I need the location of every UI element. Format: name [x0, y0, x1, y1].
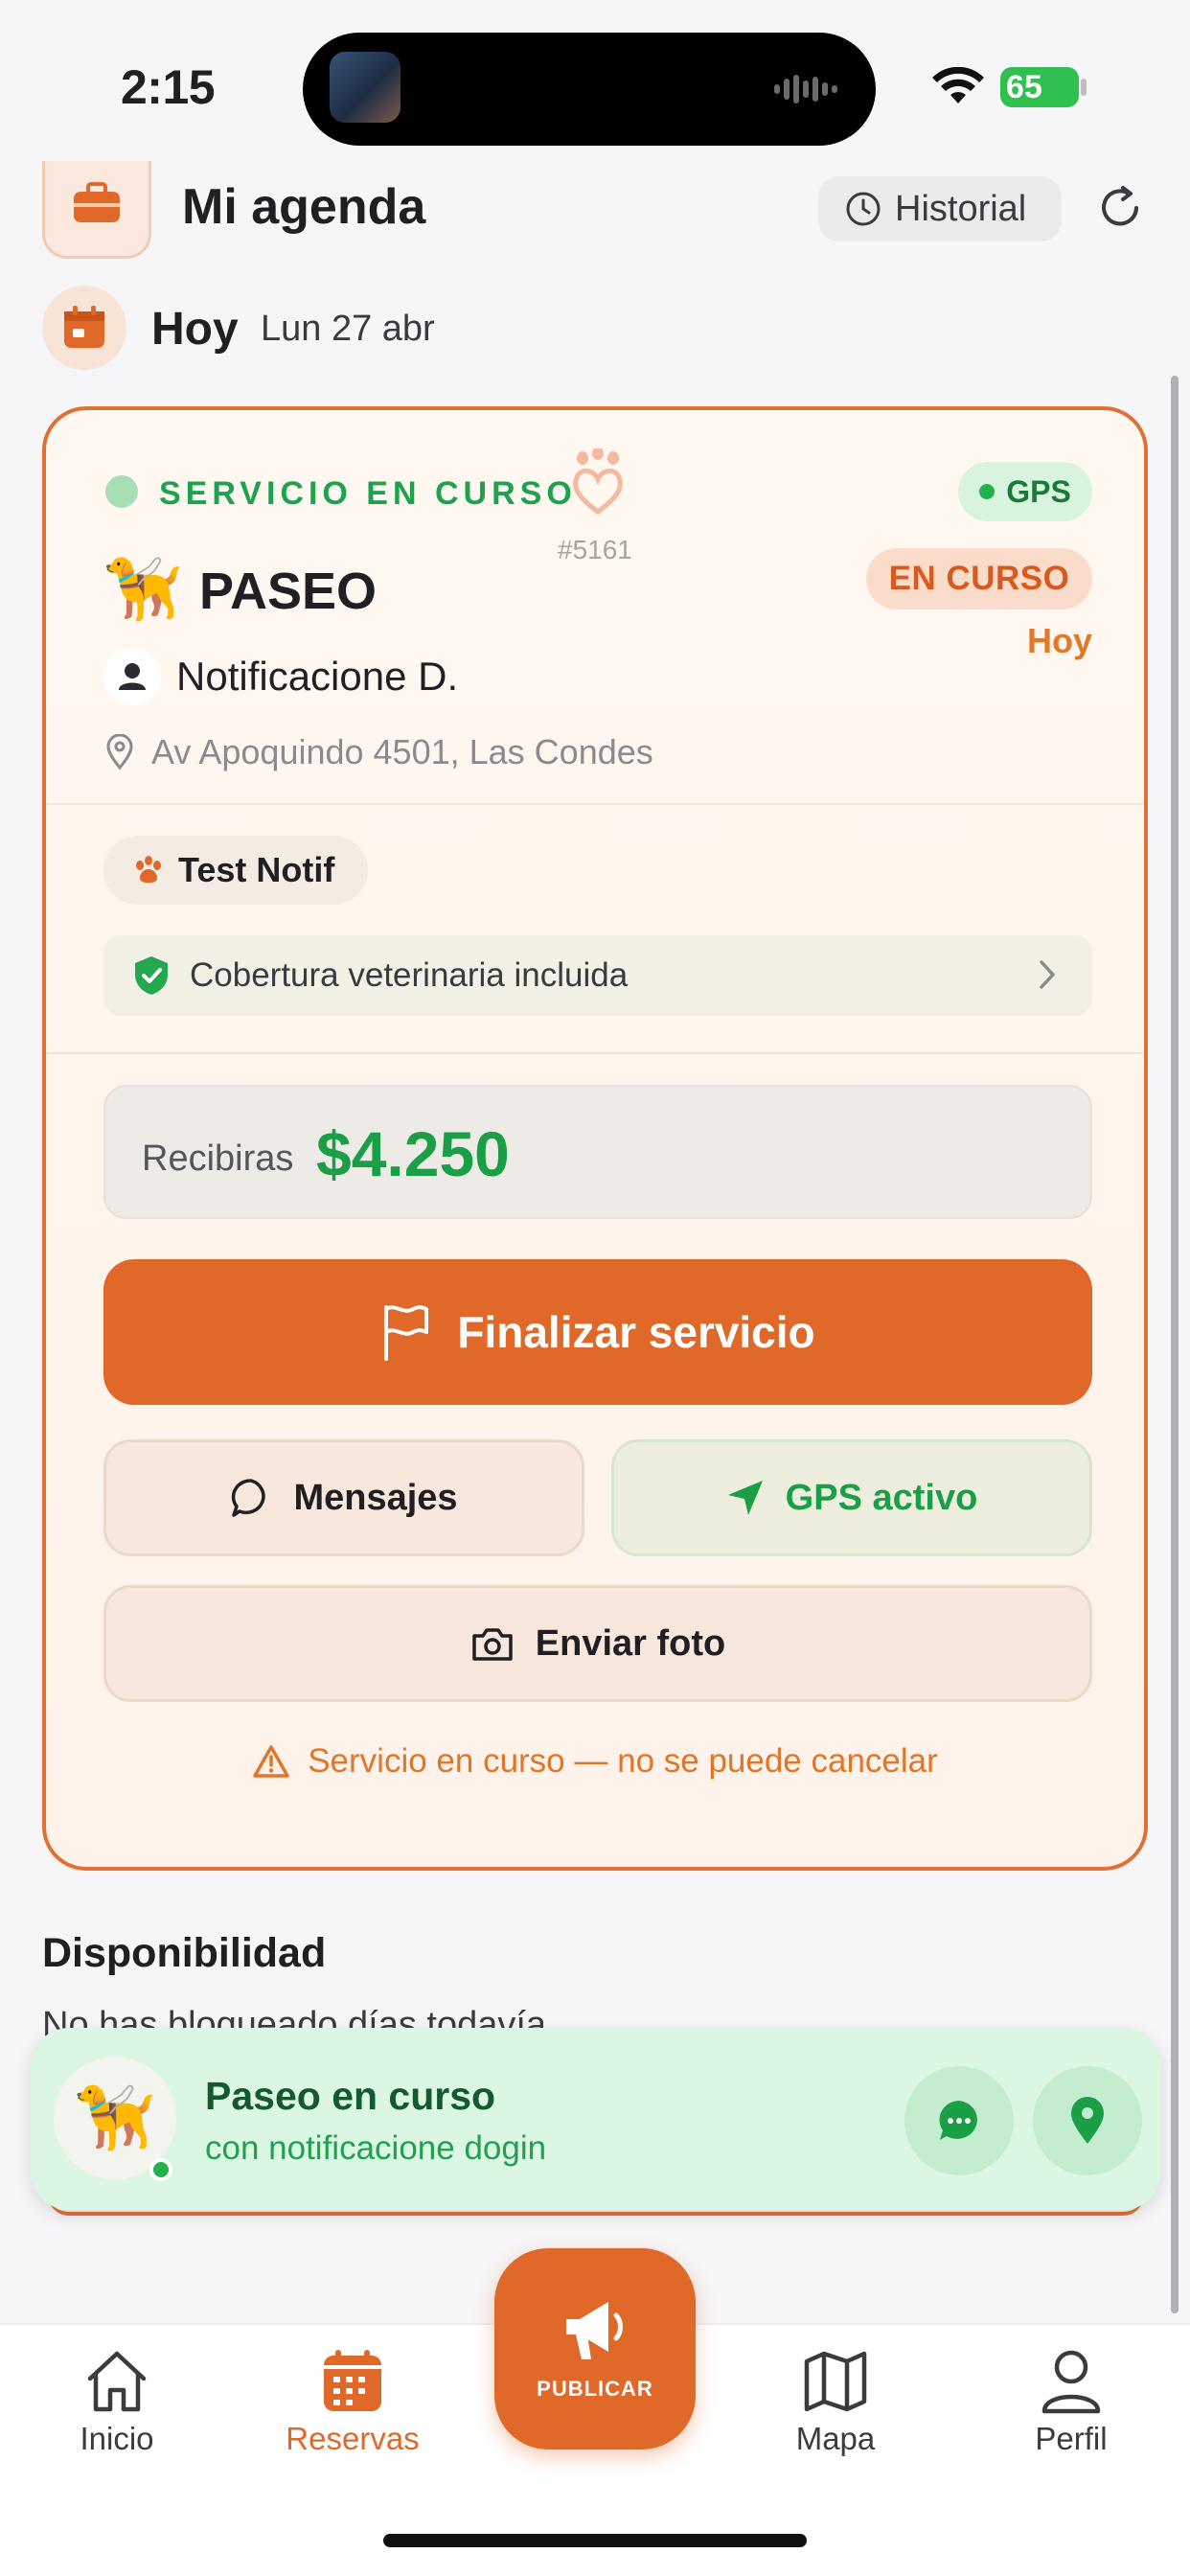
person-icon	[119, 663, 146, 690]
cancel-warning: Servicio en curso — no se puede cancelar	[46, 1742, 1144, 1781]
gps-pill-label: GPS	[1006, 473, 1071, 509]
banner-title: Paseo en curso	[205, 2074, 496, 2118]
in-progress-banner[interactable]: 🦮 Paseo en curso con notificacione dogin	[31, 2028, 1161, 2210]
dynamic-island[interactable]	[303, 33, 876, 146]
tab-bookings[interactable]: Reservas	[257, 2348, 448, 2457]
banner-subtitle: con notificacione dogin	[205, 2129, 547, 2167]
map-icon	[804, 2351, 867, 2412]
tab-profile-label: Perfil	[1035, 2421, 1108, 2456]
order-id: #5161	[558, 535, 632, 564]
divider	[46, 803, 1144, 805]
guide-dog-icon: 🦮	[103, 553, 183, 624]
banner-location-button[interactable]	[1033, 2066, 1142, 2175]
shield-check-icon	[135, 956, 168, 995]
wifi-icon	[932, 67, 984, 104]
gps-status-pill: GPS	[958, 462, 1092, 521]
chevron-right-icon	[1040, 960, 1055, 989]
finish-service-button[interactable]: Finalizar servicio	[103, 1259, 1092, 1405]
tab-map[interactable]: Mapa	[740, 2348, 931, 2457]
warning-triangle-icon	[253, 1745, 289, 1778]
agenda-icon-tile	[42, 161, 151, 259]
paw-heart-icon	[573, 448, 623, 516]
gps-active-button[interactable]: GPS activo	[611, 1439, 1092, 1556]
briefcase-icon	[74, 182, 120, 222]
availability-title: Disponibilidad	[42, 1930, 327, 1976]
finish-service-label: Finalizar servicio	[457, 1307, 815, 1357]
page-title: Mi agenda	[182, 179, 426, 235]
location-pin-icon	[106, 734, 133, 770]
gps-dot	[979, 484, 995, 499]
tab-home[interactable]: Inicio	[21, 2348, 213, 2457]
send-photo-label: Enviar foto	[535, 1622, 726, 1664]
person-outline-icon	[1041, 2350, 1101, 2414]
calendar-icon	[64, 306, 104, 348]
banner-chat-button[interactable]	[904, 2066, 1014, 2175]
service-address: Av Apoquindo 4501, Las Condes	[151, 732, 653, 771]
vet-coverage-row[interactable]: Cobertura veterinaria incluida	[103, 935, 1092, 1016]
battery-indicator: 65	[1000, 67, 1079, 107]
tab-home-label: Inicio	[80, 2421, 154, 2456]
tab-bookings-label: Reservas	[286, 2421, 420, 2456]
camera-icon	[472, 1628, 513, 1661]
earnings-label: Recibiras	[142, 1138, 294, 1179]
pet-chip[interactable]: Test Notif	[103, 836, 368, 905]
paw-icon	[136, 856, 161, 884]
scrollbar[interactable]	[1171, 376, 1179, 2313]
messages-button[interactable]: Mensajes	[103, 1439, 584, 1556]
tab-map-label: Mapa	[795, 2421, 876, 2456]
pet-name: Test Notif	[178, 850, 335, 889]
vet-coverage-label: Cobertura veterinaria incluida	[190, 956, 629, 994]
active-service-card[interactable]: SERVICIO EN CURSO GPS #5161 🦮 PASEO EN C…	[42, 406, 1148, 1871]
home-icon	[87, 2351, 147, 2412]
messages-label: Mensajes	[293, 1477, 458, 1518]
earnings-value: $4.250	[316, 1118, 510, 1189]
chat-dots-icon	[939, 2101, 977, 2140]
refresh-icon[interactable]	[1094, 182, 1146, 234]
map-pin-icon	[1071, 2097, 1104, 2144]
calendar-icon-tile	[42, 286, 126, 370]
send-photo-button[interactable]: Enviar foto	[103, 1585, 1092, 1702]
cancel-warning-text: Servicio en curso — no se puede cancelar	[308, 1742, 938, 1780]
service-day: Hoy	[1027, 621, 1093, 660]
history-button[interactable]: Historial	[818, 176, 1062, 242]
gps-active-label: GPS activo	[785, 1477, 978, 1518]
navigation-arrow-icon	[727, 1481, 763, 1515]
tab-profile[interactable]: Perfil	[975, 2348, 1167, 2457]
divider	[46, 1052, 1144, 1054]
flag-icon	[384, 1305, 429, 1361]
chat-bubble-icon	[232, 1479, 266, 1517]
status-badge: EN CURSO	[866, 548, 1092, 610]
online-dot	[149, 2158, 172, 2181]
today-date: Lun 27 abr	[261, 309, 435, 349]
history-label: Historial	[895, 188, 1027, 229]
calendar-grid-icon	[324, 2350, 381, 2411]
client-avatar	[103, 648, 161, 705]
clock-icon	[846, 192, 881, 226]
publish-button[interactable]: PUBLICAR	[494, 2248, 696, 2450]
battery-tip	[1081, 79, 1087, 96]
status-time: 2:15	[121, 60, 216, 114]
client-name: Notificacione D.	[176, 654, 459, 699]
publish-label: PUBLICAR	[537, 2377, 653, 2401]
now-playing-artwork	[330, 52, 400, 123]
live-status-dot	[105, 475, 138, 508]
audio-wave-icon	[774, 75, 837, 104]
today-label: Hoy	[151, 304, 239, 355]
service-status-label: SERVICIO EN CURSO	[159, 475, 577, 512]
earnings-box: Recibiras $4.250	[103, 1085, 1092, 1219]
home-indicator[interactable]	[383, 2534, 807, 2547]
service-type: PASEO	[199, 563, 378, 620]
megaphone-icon	[566, 2302, 623, 2359]
